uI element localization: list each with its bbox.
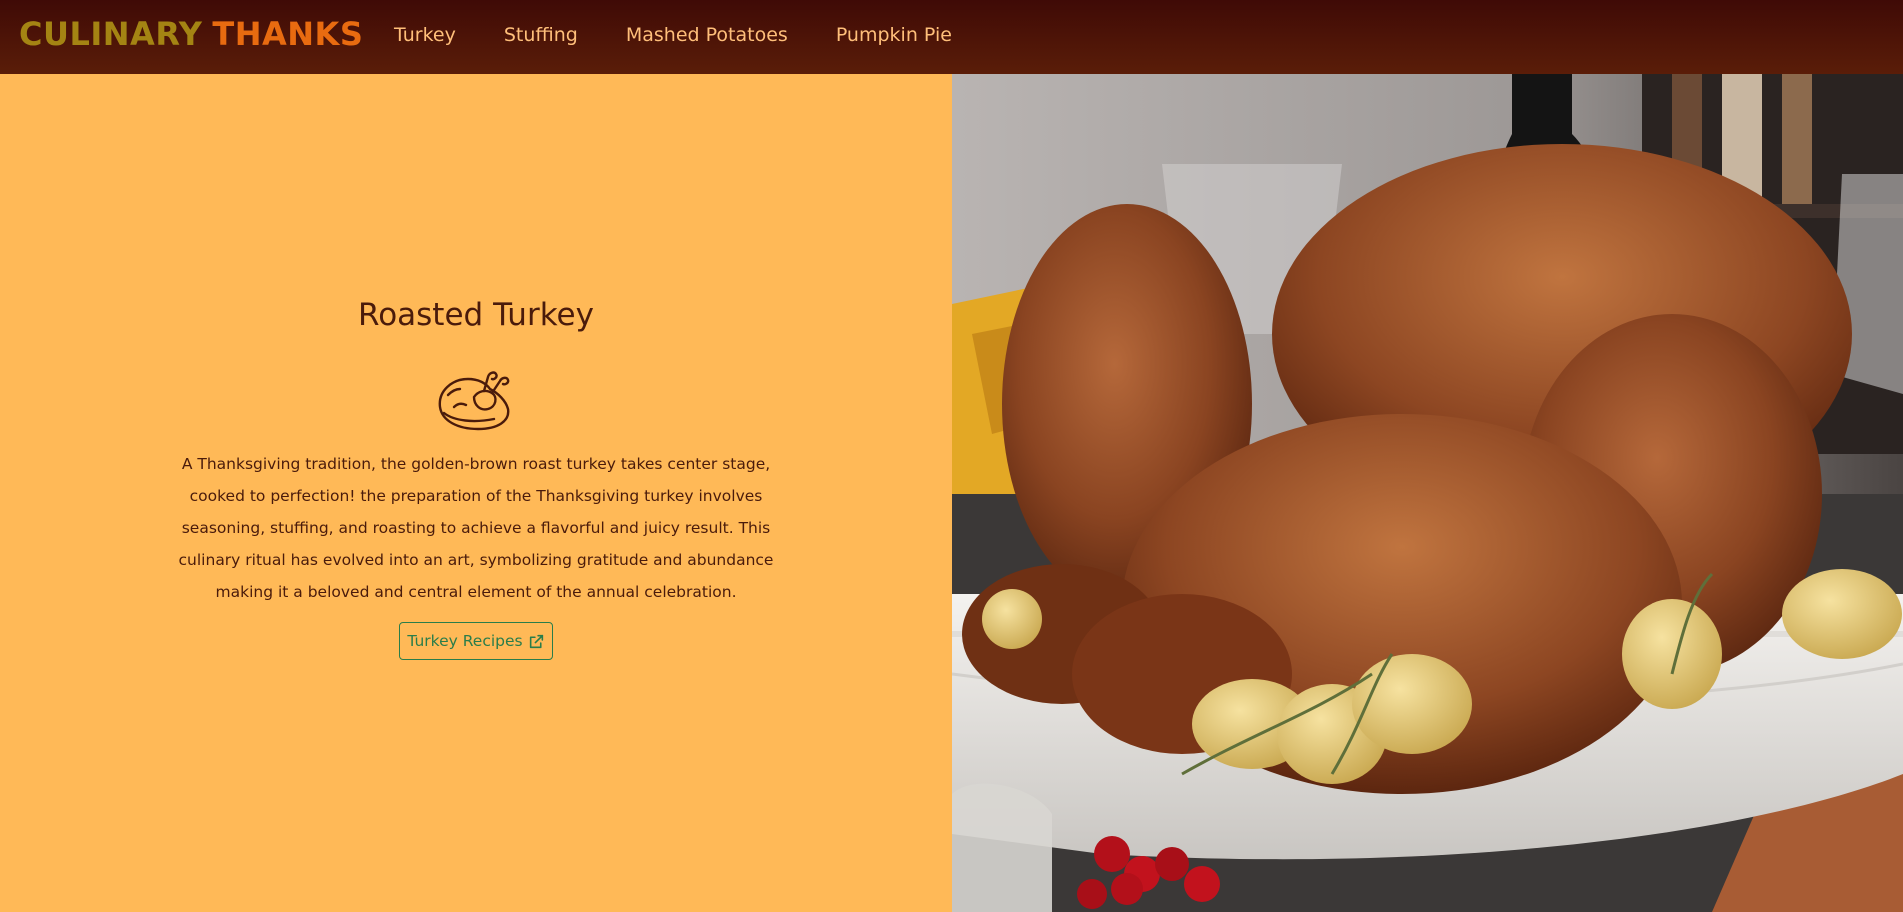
brand-logo[interactable]: CULINARY THANKS xyxy=(19,15,363,53)
nav-link-mashed-potatoes[interactable]: Mashed Potatoes xyxy=(626,24,788,46)
brand-word-1: CULINARY xyxy=(19,15,203,53)
roast-turkey-photo xyxy=(952,74,1903,912)
nav-link-pumpkin-pie[interactable]: Pumpkin Pie xyxy=(836,24,952,46)
external-link-icon xyxy=(529,634,543,648)
page-title: Roasted Turkey xyxy=(358,297,594,333)
turkey-recipes-button-label: Turkey Recipes xyxy=(407,632,523,650)
nav-links: Turkey Stuffing Mashed Potatoes Pumpkin … xyxy=(394,24,1000,46)
hero-text-panel: Roasted Turkey A Thanksgiving tradition,… xyxy=(0,74,952,912)
roast-turkey-icon xyxy=(438,371,510,431)
nav-link-turkey[interactable]: Turkey xyxy=(394,24,456,46)
hero-description: A Thanksgiving tradition, the golden-bro… xyxy=(178,455,774,601)
brand-word-2: THANKS xyxy=(212,15,364,53)
top-navbar: CULINARY THANKS Turkey Stuffing Mashed Po… xyxy=(0,0,1903,74)
turkey-recipes-button[interactable]: Turkey Recipes xyxy=(399,622,553,660)
hero-photo-panel xyxy=(952,74,1903,912)
nav-link-stuffing[interactable]: Stuffing xyxy=(504,24,578,46)
